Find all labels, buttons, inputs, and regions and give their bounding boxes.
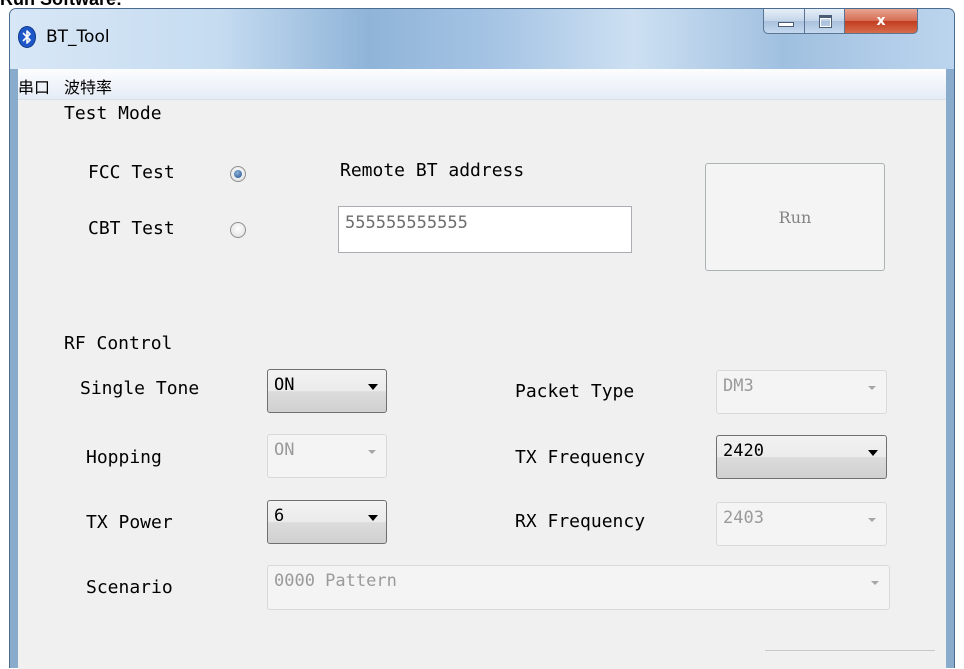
scenario-select[interactable]: 0000 Pattern	[267, 565, 890, 610]
chevron-down-icon	[368, 515, 378, 521]
page-top-fragment: Run Software:	[0, 0, 964, 8]
scenario-label: Scenario	[86, 577, 173, 598]
rf-control-heading: RF Control	[64, 333, 173, 354]
single-tone-label: Single Tone	[80, 378, 200, 399]
cbt-test-radio[interactable]	[230, 222, 246, 238]
bluetooth-icon	[18, 26, 36, 48]
tx-power-value: 6	[274, 506, 285, 526]
maximize-icon	[819, 15, 832, 28]
packet-type-select[interactable]: DM3	[716, 370, 887, 414]
rx-frequency-select[interactable]: 2403	[716, 502, 887, 546]
packet-type-label: Packet Type	[515, 381, 635, 402]
scenario-value: 0000 Pattern	[274, 571, 397, 591]
hopping-label: Hopping	[86, 447, 162, 468]
remote-bt-address-label: Remote BT address	[340, 160, 525, 181]
hopping-select[interactable]: ON	[267, 434, 387, 478]
chevron-down-icon	[871, 581, 879, 585]
tx-frequency-value: 2420	[723, 441, 764, 461]
client-area: 串口 波特率 Test Mode FCC Test CBT Test Remot…	[18, 69, 946, 669]
run-button[interactable]: Run	[705, 163, 885, 271]
menu-item-serial-port[interactable]: 串口	[18, 74, 50, 98]
chevron-down-icon	[868, 518, 876, 522]
remote-bt-address-input[interactable]: 555555555555	[338, 206, 632, 253]
packet-type-value: DM3	[723, 376, 754, 396]
tx-power-label: TX Power	[86, 512, 173, 533]
rx-frequency-value: 2403	[723, 508, 764, 528]
divider	[765, 650, 935, 651]
window-title: BT_Tool	[46, 27, 110, 47]
tx-frequency-select[interactable]: 2420	[716, 435, 887, 479]
bt-tool-window: BT_Tool x 串口 波特率 Test Mode FCC Test CBT …	[9, 8, 955, 669]
test-mode-heading: Test Mode	[64, 103, 162, 124]
chevron-down-icon	[368, 384, 378, 390]
rx-frequency-label: RX Frequency	[515, 511, 646, 532]
chevron-down-icon	[868, 450, 878, 456]
fcc-test-radio[interactable]	[230, 166, 246, 182]
menu-bar: 串口 波特率	[18, 69, 946, 100]
fcc-test-label: FCC Test	[88, 162, 175, 183]
maximize-button[interactable]	[804, 9, 845, 34]
minimize-icon	[778, 22, 794, 27]
page-top-fragment-text: Run Software:	[0, 0, 122, 8]
chevron-down-icon	[868, 386, 876, 390]
menu-item-baud-rate[interactable]: 波特率	[64, 74, 112, 98]
close-icon: x	[876, 13, 886, 29]
chevron-down-icon	[368, 450, 376, 454]
tx-frequency-label: TX Frequency	[515, 447, 646, 468]
hopping-value: ON	[274, 440, 295, 460]
main-panel: Test Mode FCC Test CBT Test Remote BT ad…	[18, 100, 946, 669]
tx-power-select[interactable]: 6	[267, 500, 387, 544]
title-bar[interactable]: BT_Tool x	[10, 9, 954, 69]
single-tone-value: ON	[274, 375, 295, 395]
single-tone-select[interactable]: ON	[267, 369, 387, 413]
minimize-button[interactable]	[763, 9, 805, 34]
cbt-test-label: CBT Test	[88, 218, 175, 239]
close-button[interactable]: x	[844, 9, 918, 34]
